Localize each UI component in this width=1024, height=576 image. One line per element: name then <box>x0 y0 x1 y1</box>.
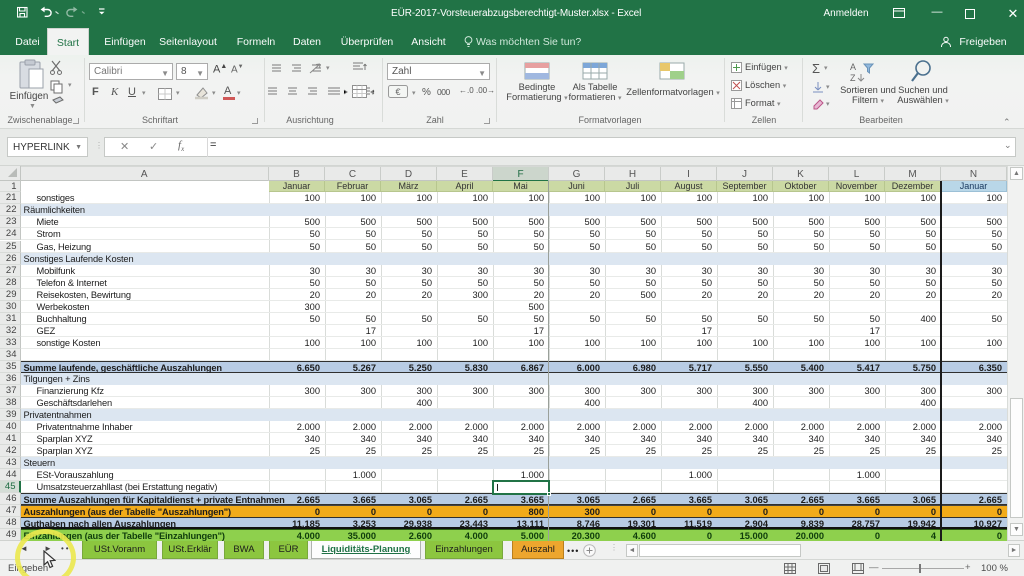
svg-text:€: € <box>395 87 400 97</box>
svg-text:A: A <box>850 62 856 72</box>
svg-text:Z: Z <box>850 73 856 83</box>
